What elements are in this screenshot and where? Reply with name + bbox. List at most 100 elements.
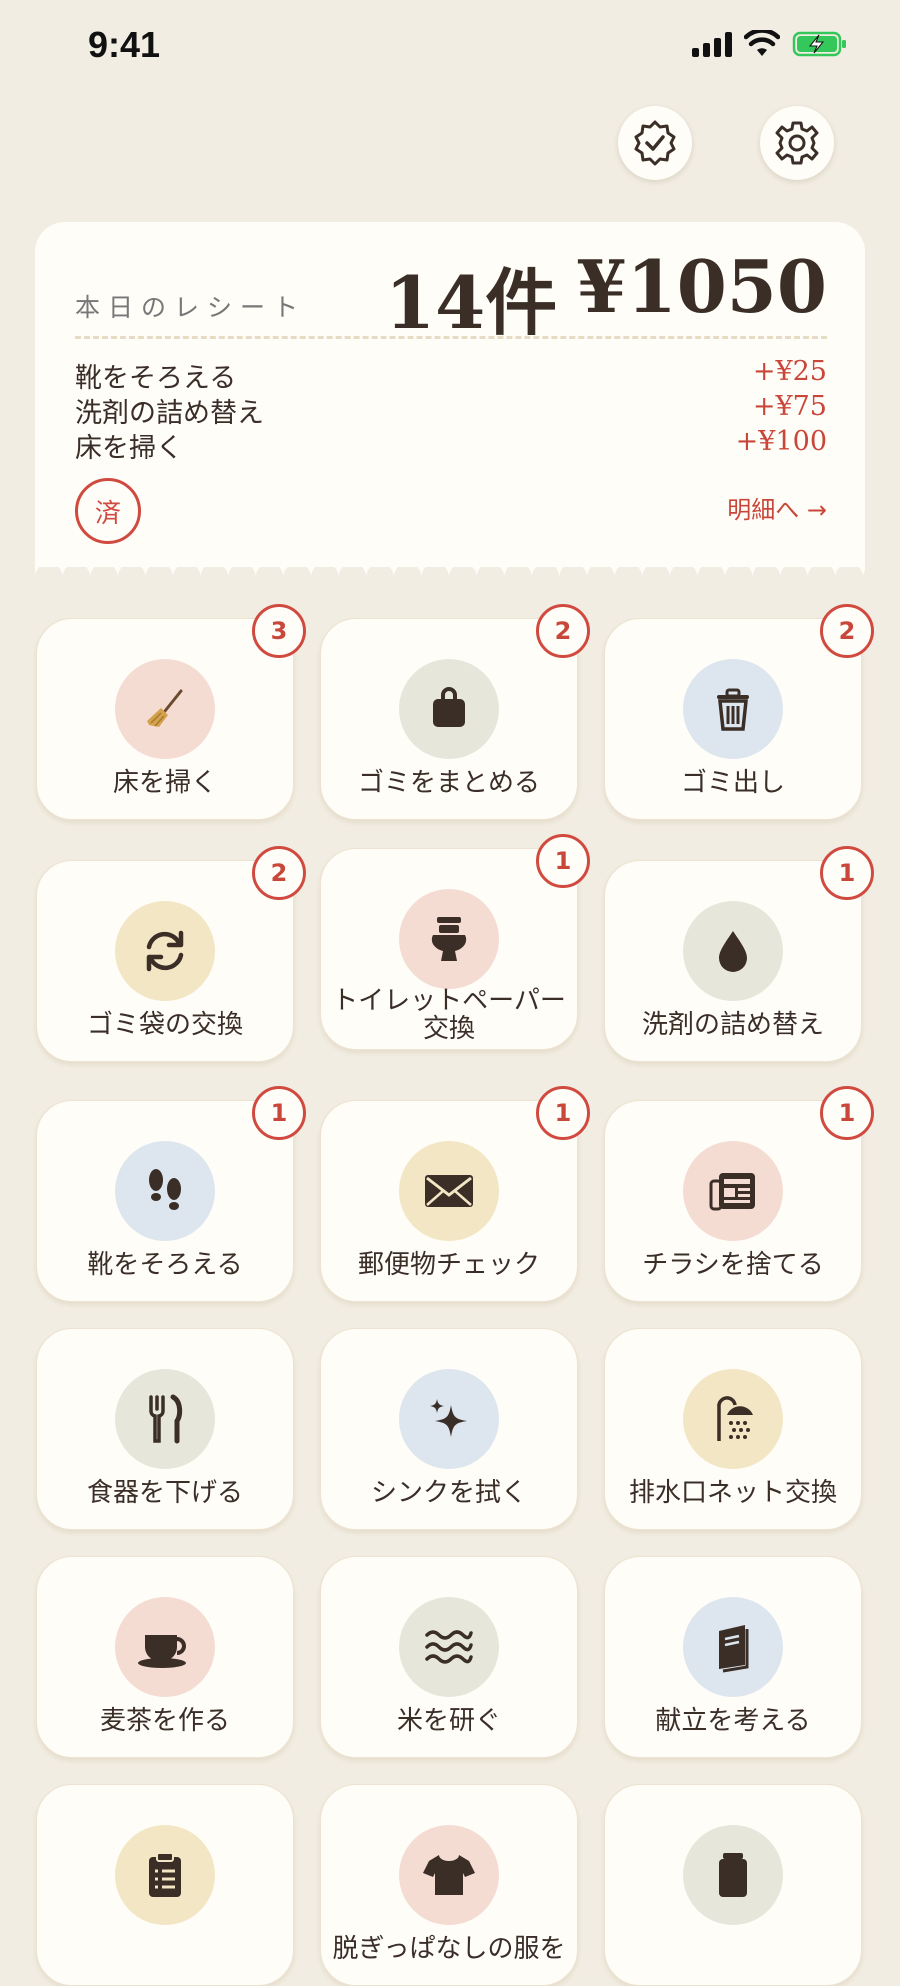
task-icon-circle [115,1369,215,1469]
task-card[interactable]: 米を研ぐ [320,1556,578,1758]
task-icon-circle [115,659,215,759]
gear-icon [775,121,819,165]
utensils-icon [143,1393,187,1445]
task-icon-circle [683,659,783,759]
task-label: チラシを捨てる [642,1250,824,1280]
task-icon-circle [399,1597,499,1697]
task-label: 洗剤の詰め替え [641,1010,824,1040]
task-card[interactable]: ゴミをまとめる [320,618,578,820]
receipt-line-name: 洗剤の詰め替え [75,398,264,429]
battery-charging-icon [792,31,846,57]
receipt-count: 14件 [385,260,558,345]
task-label-line: 交換 [422,1014,475,1044]
count-badge: 2 [820,604,874,658]
task-icon-circle [399,1141,499,1241]
task-icon-circle [683,1825,783,1925]
status-time: 9:41 [88,24,161,65]
task-card[interactable]: トイレットペーパー 交換 [320,848,578,1050]
trash-icon [709,685,757,733]
task-card[interactable]: 郵便物チェック [320,1100,578,1302]
task-icon-circle [115,1141,215,1241]
receipt-line: 靴をそろえる +¥25 [75,356,827,394]
refresh-icon [139,925,191,977]
count-badge: 1 [536,1086,590,1140]
task-card[interactable]: チラシを捨てる [604,1100,862,1302]
count-badge: 1 [252,1086,306,1140]
task-card[interactable]: 排水口ネット交換 [604,1328,862,1530]
toilet-icon [425,913,473,965]
receipt-line: 床を掃く +¥100 [75,426,827,464]
shower-icon [707,1393,759,1445]
task-card[interactable]: 献立を考える [604,1556,862,1758]
task-label: 食器を下げる [86,1478,243,1508]
settings-button[interactable] [760,106,834,180]
book-icon [711,1621,755,1673]
task-label: ゴミ出し [680,768,785,798]
task-icon-circle [683,1369,783,1469]
task-icon-circle [115,1825,215,1925]
task-label-line: トイレットペーパー [332,986,566,1016]
task-card[interactable]: 靴をそろえる [36,1100,294,1302]
task-icon-circle [399,889,499,989]
count-badge: 1 [820,846,874,900]
receipt-line-amount: +¥100 [735,426,827,457]
receipt-scalloped-edge [35,567,865,587]
task-card[interactable]: 麦茶を作る [36,1556,294,1758]
task-card[interactable]: 洗剤の詰め替え [604,860,862,1062]
task-icon-circle [115,1597,215,1697]
cup-icon [133,1623,197,1671]
receipt-line-name: 靴をそろえる [75,363,237,394]
task-icon-circle [683,1597,783,1697]
count-badge: 1 [536,834,590,888]
daily-receipt-card: 本日のレシート 14件 ¥1050 靴をそろえる +¥25 洗剤の詰め替え +¥… [35,222,865,587]
task-card[interactable]: 食器を下げる [36,1328,294,1530]
receipt-title: 本日のレシート [75,293,307,322]
receipt-divider [75,336,827,339]
task-card[interactable]: 脱ぎっぱなしの服を [320,1784,578,1986]
task-label: ゴミをまとめる [357,768,540,798]
task-label: 麦茶を作る [99,1706,230,1736]
task-card[interactable] [604,1784,862,1986]
task-icon-circle [399,1825,499,1925]
verified-check-icon [634,120,676,166]
clipboard-icon [143,1849,187,1901]
task-icon-circle [683,1141,783,1241]
task-label: トイレットペーパー 交換 [321,987,577,1043]
task-icon-circle [115,901,215,1001]
task-card[interactable]: ゴミ出し [604,618,862,820]
bag-icon [425,685,473,733]
receipt-line-amount: +¥75 [752,391,827,422]
receipt-line: 洗剤の詰め替え +¥75 [75,391,827,429]
drop-icon [711,927,755,975]
receipt-line-amount: +¥25 [752,356,827,387]
count-badge: 3 [252,604,306,658]
status-bar: 9:41 [0,0,900,100]
newspaper-icon [707,1167,759,1215]
cellular-signal-icon [692,31,732,57]
footprints-icon [139,1165,191,1217]
task-card[interactable] [36,1784,294,1986]
count-badge: 2 [252,846,306,900]
task-label: 床を掃く [112,768,217,798]
task-label: 排水口ネット交換 [628,1478,837,1508]
envelope-icon [421,1169,477,1213]
done-stamp: 済 [75,478,141,544]
task-label: ゴミ袋の交換 [86,1010,243,1040]
count-badge: 2 [536,604,590,658]
task-card[interactable]: シンクを拭く [320,1328,578,1530]
task-card[interactable]: ゴミ袋の交換 [36,860,294,1062]
status-icons [692,30,848,58]
receipt-lines: 靴をそろえる +¥25 洗剤の詰め替え +¥75 床を掃く +¥100 [75,356,827,464]
details-link[interactable]: 明細へ → [727,490,827,525]
task-label: 靴をそろえる [87,1250,243,1280]
task-card[interactable]: 床を掃く [36,618,294,820]
task-label: 献立を考える [655,1706,811,1736]
shirt-icon [421,1851,477,1899]
broom-icon [137,681,193,737]
task-label: シンクを拭く [370,1478,527,1508]
task-label: 郵便物チェック [357,1250,540,1280]
verified-badge-button[interactable] [618,106,692,180]
task-label: 米を研ぐ [396,1706,501,1736]
task-icon-circle [399,1369,499,1469]
task-icon-circle [683,901,783,1001]
